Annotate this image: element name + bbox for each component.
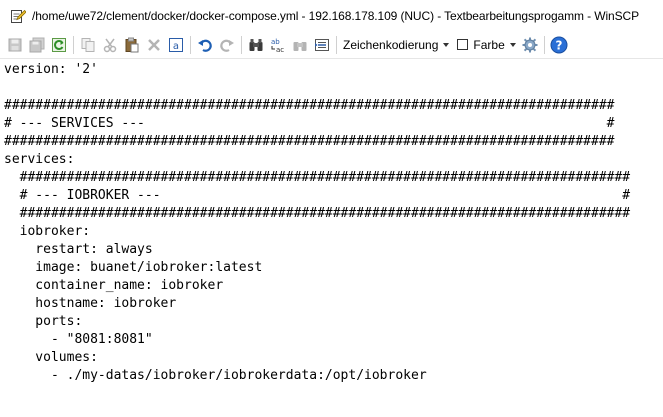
editor-window: /home/uwe72/clement/docker/docker-compos… xyxy=(0,0,663,417)
title-bar: /home/uwe72/clement/docker/docker-compos… xyxy=(0,0,663,31)
svg-text:a: a xyxy=(173,41,179,52)
editor-line[interactable]: ########################################… xyxy=(4,133,614,151)
reload-icon[interactable] xyxy=(48,34,70,56)
svg-text:ac: ac xyxy=(276,46,284,53)
find-icon[interactable] xyxy=(245,34,267,56)
editor-line[interactable]: iobroker: xyxy=(4,223,90,241)
paste-icon[interactable] xyxy=(121,34,143,56)
editor-line[interactable]: image: buanet/iobroker:latest xyxy=(4,259,262,277)
svg-text:ab: ab xyxy=(271,38,280,46)
chevron-down-icon xyxy=(509,42,516,47)
window-title: /home/uwe72/clement/docker/docker-compos… xyxy=(32,8,639,23)
svg-text:?: ? xyxy=(555,38,562,52)
editor-line[interactable]: # --- IOBROKER --- # xyxy=(4,187,631,205)
editor-line[interactable]: version: '2' xyxy=(4,61,98,79)
editor-line[interactable]: - "8081:8081" xyxy=(4,331,153,349)
color-toggle[interactable]: Farbe xyxy=(454,34,518,56)
select-all-icon[interactable]: a xyxy=(165,34,187,56)
editor-line[interactable]: services: xyxy=(4,151,74,169)
toolbar-separator xyxy=(543,35,545,54)
editor-line[interactable]: ########################################… xyxy=(4,169,631,187)
save-icon[interactable] xyxy=(4,34,26,56)
editor-line[interactable]: ########################################… xyxy=(4,205,631,223)
undo-icon[interactable] xyxy=(194,34,216,56)
notepad-pencil-icon xyxy=(10,8,27,24)
toolbar-separator xyxy=(190,35,191,54)
chevron-down-icon xyxy=(443,42,450,47)
editor-line[interactable]: hostname: iobroker xyxy=(4,295,176,313)
goto-line-icon[interactable] xyxy=(311,34,333,56)
color-label: Farbe xyxy=(473,37,505,52)
editor-line[interactable]: restart: always xyxy=(4,241,152,259)
editor-line[interactable]: - ./my-datas/iobroker/iobrokerdata:/opt/… xyxy=(4,367,427,385)
text-editor[interactable]: version: '2' ###########################… xyxy=(0,58,663,417)
find-next-icon[interactable] xyxy=(289,34,311,56)
color-checkbox[interactable] xyxy=(457,39,469,50)
editor-line[interactable]: # --- SERVICES --- # xyxy=(4,115,614,133)
editor-line[interactable]: container_name: iobroker xyxy=(4,277,223,295)
delete-icon[interactable] xyxy=(143,34,165,56)
editor-line[interactable]: ports: xyxy=(4,313,82,331)
encoding-label: Zeichenkodierung xyxy=(343,37,439,52)
cut-icon[interactable] xyxy=(99,34,121,56)
editor-line[interactable]: volumes: xyxy=(4,349,98,367)
gear-icon[interactable] xyxy=(519,34,541,56)
replace-icon[interactable]: ab ac xyxy=(267,34,289,56)
toolbar-separator xyxy=(241,35,242,54)
copy-icon[interactable] xyxy=(77,34,99,56)
save-all-icon[interactable] xyxy=(26,34,48,56)
editor-line[interactable]: ########################################… xyxy=(4,97,614,115)
toolbar: a ab ac Zeichenkodierung Farbe ? xyxy=(0,31,663,58)
toolbar-separator xyxy=(336,35,337,54)
encoding-dropdown[interactable]: Zeichenkodierung xyxy=(340,34,452,56)
redo-icon[interactable] xyxy=(216,34,238,56)
toolbar-separator xyxy=(73,35,74,54)
help-icon[interactable]: ? xyxy=(548,34,570,56)
